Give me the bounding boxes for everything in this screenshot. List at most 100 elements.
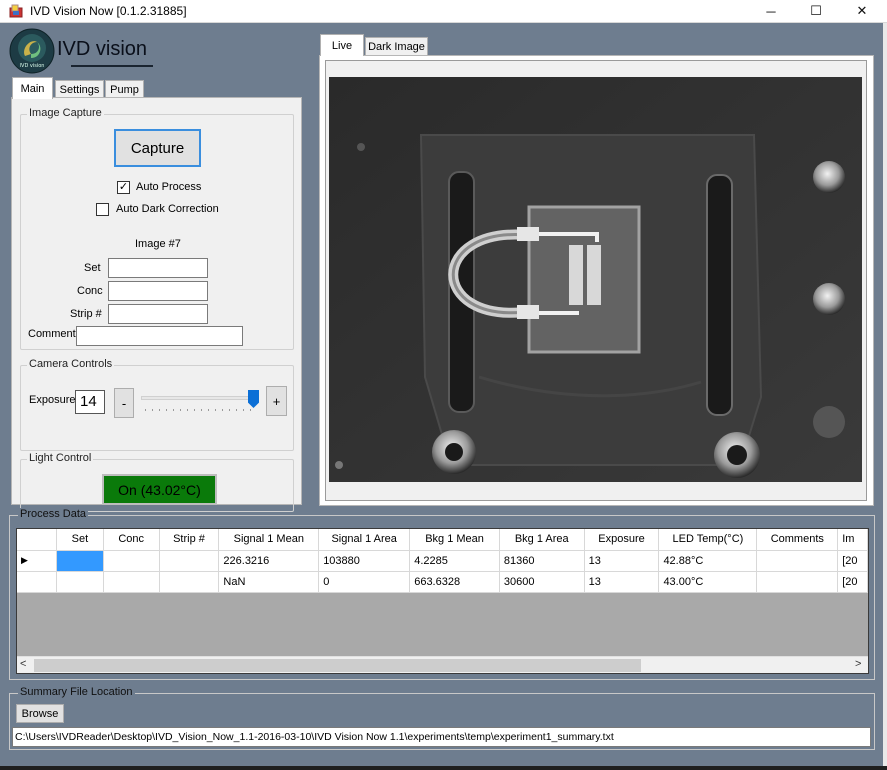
table-cell[interactable]: [56, 571, 104, 593]
auto-process-checkbox[interactable]: ✓: [117, 181, 130, 194]
logo: IVD vision IVD vision: [9, 28, 159, 74]
image-capture-title: Image Capture: [27, 107, 104, 119]
exposure-plus-button[interactable]: +: [266, 386, 287, 416]
table-cell[interactable]: 13: [584, 550, 660, 572]
main-tab-panel: Image Capture Capture ✓ Auto Process Aut…: [11, 97, 302, 512]
table-cell[interactable]: 13: [584, 571, 660, 593]
summary-file-title: Summary File Location: [18, 686, 135, 698]
live-tab-panel: [319, 55, 874, 506]
table-cell[interactable]: NaN: [218, 571, 320, 593]
column-header-signal-area[interactable]: Signal 1 Area: [318, 529, 411, 551]
table-cell[interactable]: 43.00°C: [658, 571, 758, 593]
table-cell[interactable]: [756, 571, 839, 593]
set-input[interactable]: [108, 258, 208, 278]
capture-button[interactable]: Capture: [114, 129, 201, 167]
scrollbar-thumb[interactable]: [34, 659, 641, 672]
checkmark-icon: ✓: [118, 181, 129, 193]
table-cell[interactable]: 0: [318, 571, 411, 593]
process-data-title: Process Data: [18, 508, 89, 520]
comment-label: Comment: [28, 328, 76, 340]
set-label: Set: [84, 262, 101, 274]
strip-label: Strip #: [70, 308, 102, 320]
column-header-signal-mean[interactable]: Signal 1 Mean: [218, 529, 320, 551]
tab-pump[interactable]: Pump: [105, 80, 144, 98]
title-bar: IVD Vision Now [0.1.2.31885] ─ ☐ ✕: [0, 0, 887, 23]
scroll-left-button[interactable]: <: [20, 658, 26, 670]
live-image-frame: [325, 60, 867, 501]
minimize-button[interactable]: ─: [748, 0, 794, 22]
table-cell[interactable]: 663.6328: [409, 571, 500, 593]
column-header-bkg-mean[interactable]: Bkg 1 Mean: [409, 529, 500, 551]
image-capture-group: Image Capture Capture ✓ Auto Process Aut…: [20, 107, 294, 350]
browse-button[interactable]: Browse: [16, 704, 64, 723]
image-number: Image #7: [135, 238, 181, 250]
comment-input[interactable]: [76, 326, 243, 346]
auto-dark-correction-checkbox[interactable]: [96, 203, 109, 216]
table-cell[interactable]: [20: [837, 550, 868, 572]
column-header-strip[interactable]: Strip #: [159, 529, 220, 551]
light-toggle-button[interactable]: On (43.02°C): [102, 474, 217, 505]
column-header-comments[interactable]: Comments: [756, 529, 839, 551]
maximize-button[interactable]: ☐: [793, 0, 839, 22]
tab-live[interactable]: Live: [320, 34, 364, 56]
table-cell[interactable]: 103880: [318, 550, 411, 572]
exposure-label: Exposure: [29, 394, 76, 406]
window-edge-right: [883, 23, 887, 770]
row-selector[interactable]: [17, 571, 58, 593]
exposure-slider-thumb[interactable]: [248, 390, 259, 408]
horizontal-scrollbar[interactable]: < >: [17, 656, 868, 673]
process-data-grid[interactable]: Set Conc Strip # Signal 1 Mean Signal 1 …: [16, 528, 869, 674]
column-header-image[interactable]: Im: [837, 529, 868, 551]
column-header[interactable]: [17, 529, 58, 551]
camera-controls-group: Camera Controls Exposure 14 - +: [20, 358, 294, 451]
app-icon: [9, 4, 23, 18]
table-cell[interactable]: 81360: [499, 550, 585, 572]
close-button[interactable]: ✕: [839, 0, 885, 22]
table-cell[interactable]: [159, 550, 220, 572]
table-cell[interactable]: [159, 571, 220, 593]
window-title: IVD Vision Now [0.1.2.31885]: [30, 4, 187, 18]
table-cell-selected[interactable]: [56, 550, 104, 572]
scroll-right-button[interactable]: >: [855, 658, 861, 670]
row-selector[interactable]: ▶: [17, 550, 58, 572]
table-cell[interactable]: 42.88°C: [658, 550, 758, 572]
live-camera-image: [329, 77, 862, 482]
tab-settings[interactable]: Settings: [55, 80, 104, 98]
tab-dark-image[interactable]: Dark Image: [365, 37, 428, 55]
auto-dark-correction-label: Auto Dark Correction: [116, 203, 219, 215]
summary-path-field[interactable]: C:\Users\IVDReader\Desktop\IVD_Vision_No…: [12, 727, 871, 747]
client-area: IVD vision IVD vision Main Settings Pump…: [0, 23, 883, 770]
window-edge-bottom: [0, 766, 887, 770]
table-cell[interactable]: [103, 550, 160, 572]
exposure-slider[interactable]: [141, 386, 263, 416]
light-control-title: Light Control: [27, 452, 94, 464]
table-row[interactable]: NaN 0 663.6328 30600 13 43.00°C [20: [17, 571, 868, 593]
tab-main[interactable]: Main: [12, 77, 53, 99]
exposure-input[interactable]: 14: [75, 390, 105, 414]
table-cell[interactable]: 226.3216: [218, 550, 320, 572]
logo-text: IVD vision: [57, 38, 148, 60]
process-data-group: Process Data Set Conc Strip # Signal 1 M…: [9, 508, 875, 680]
summary-file-group: Summary File Location Browse C:\Users\IV…: [9, 686, 875, 750]
column-header-bkg-area[interactable]: Bkg 1 Area: [499, 529, 585, 551]
light-control-group: Light Control On (43.02°C): [20, 452, 294, 512]
table-row[interactable]: ▶ 226.3216 103880 4.2285 81360 13 42.88°…: [17, 550, 868, 572]
column-header-led-temp[interactable]: LED Temp(°C): [658, 529, 758, 551]
table-cell[interactable]: [103, 571, 160, 593]
logo-underline: [71, 65, 153, 67]
strip-input[interactable]: [108, 304, 208, 324]
table-cell[interactable]: 4.2285: [409, 550, 500, 572]
table-cell[interactable]: [20: [837, 571, 868, 593]
logo-badge-icon: IVD vision: [9, 28, 55, 74]
column-header-conc[interactable]: Conc: [103, 529, 160, 551]
app-window: IVD Vision Now [0.1.2.31885] ─ ☐ ✕ IVD v…: [0, 0, 887, 770]
conc-label: Conc: [77, 285, 103, 297]
column-header-set[interactable]: Set: [56, 529, 104, 551]
column-header-exposure[interactable]: Exposure: [584, 529, 660, 551]
table-cell[interactable]: 30600: [499, 571, 585, 593]
camera-controls-title: Camera Controls: [27, 358, 115, 370]
header-row: Set Conc Strip # Signal 1 Mean Signal 1 …: [17, 529, 868, 551]
exposure-minus-button[interactable]: -: [114, 388, 134, 418]
table-cell[interactable]: [756, 550, 839, 572]
conc-input[interactable]: [108, 281, 208, 301]
